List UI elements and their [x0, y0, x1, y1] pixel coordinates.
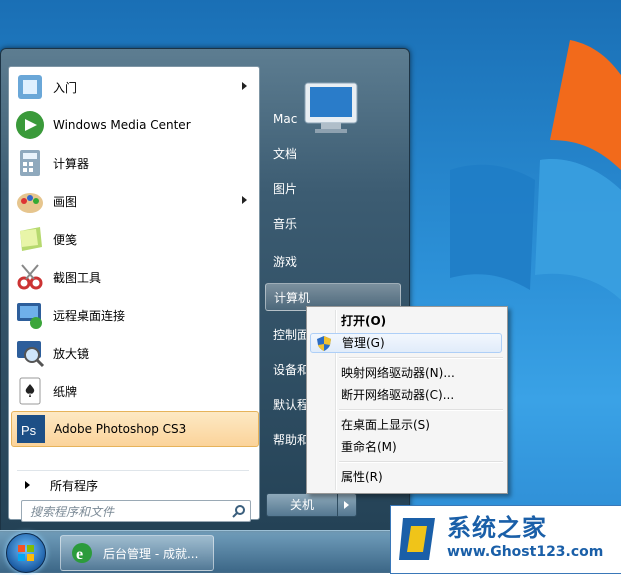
menu-item-show-on-desktop[interactable]: 在桌面上显示(S) [310, 415, 502, 435]
program-snipping-tool[interactable]: 截图工具 [11, 259, 257, 295]
svg-text:Ps: Ps [21, 423, 37, 438]
watermark-title: 系统之家 [447, 513, 547, 542]
program-label: 画图 [53, 194, 78, 209]
windows-logo-wallpaper [450, 40, 621, 300]
link-mac[interactable]: Mac [265, 105, 401, 133]
program-label: 远程桌面连接 [53, 308, 126, 323]
program-photoshop[interactable]: Ps Adobe Photoshop CS3 [11, 411, 259, 447]
program-sticky-notes[interactable]: 便笺 [11, 221, 257, 257]
remote-desktop-icon [14, 299, 46, 331]
start-button[interactable] [6, 533, 46, 573]
menu-separator [339, 461, 503, 463]
program-label: 截图工具 [53, 270, 102, 285]
search-placeholder: 搜索程序和文件 [30, 505, 115, 519]
menu-item-manage[interactable]: 管理(G) [310, 333, 502, 353]
menu-item-disconnect-network-drive[interactable]: 断开网络驱动器(C)... [310, 385, 502, 405]
context-menu: 打开(O) 管理(G) 映射网络驱动器(N)... 断开网络驱动器(C)... … [306, 306, 508, 494]
menu-item-open[interactable]: 打开(O) [310, 311, 502, 331]
watermark-logo: 系统之家 www.Ghost123.com [390, 505, 621, 574]
link-music[interactable]: 音乐 [265, 210, 401, 238]
svg-text:e: e [76, 546, 83, 563]
photoshop-icon: Ps [15, 413, 47, 445]
search-icon[interactable] [232, 504, 246, 518]
media-center-icon [14, 109, 46, 141]
snipping-tool-icon [14, 261, 46, 293]
link-pictures[interactable]: 图片 [265, 175, 401, 203]
arrow-right-icon [25, 481, 30, 489]
shutdown-options-arrow-icon[interactable] [337, 493, 357, 517]
link-games[interactable]: 游戏 [265, 248, 401, 276]
program-label: 纸牌 [53, 384, 78, 399]
program-label: 放大镜 [53, 346, 90, 361]
watermark-url: www.Ghost123.com [447, 544, 604, 560]
programs-pane: 入门 Windows Media Center 计算器 画图 便笺 截图工具 远… [8, 66, 260, 522]
program-label: 计算器 [53, 156, 90, 171]
site-logo-icon [399, 518, 435, 560]
program-magnifier[interactable]: 放大镜 [11, 335, 257, 371]
separator [17, 470, 249, 471]
menu-item-label: 管理(G) [342, 336, 385, 350]
submenu-arrow-icon[interactable] [242, 82, 247, 90]
menu-item-rename[interactable]: 重命名(M) [310, 437, 502, 457]
search-input[interactable]: 搜索程序和文件 [21, 500, 251, 522]
solitaire-icon [14, 375, 46, 407]
submenu-arrow-icon[interactable] [242, 196, 247, 204]
uac-shield-icon [317, 336, 331, 351]
all-programs-button[interactable]: 所有程序 [17, 472, 253, 498]
sticky-notes-icon [14, 223, 46, 255]
getting-started-icon [14, 71, 46, 103]
taskbar-button-ie[interactable]: e 后台管理 - 成就... [60, 535, 214, 571]
internet-explorer-icon: e [72, 543, 92, 563]
program-label: Windows Media Center [53, 118, 191, 132]
program-calculator[interactable]: 计算器 [11, 145, 257, 181]
menu-separator [339, 357, 503, 359]
program-solitaire[interactable]: 纸牌 [11, 373, 257, 409]
paint-icon [14, 185, 46, 217]
link-documents[interactable]: 文档 [265, 140, 401, 168]
shutdown-button[interactable]: 关机 [266, 493, 338, 517]
menu-item-map-network-drive[interactable]: 映射网络驱动器(N)... [310, 363, 502, 383]
windows-flag-icon [18, 545, 34, 561]
program-getting-started[interactable]: 入门 [11, 69, 257, 105]
program-media-center[interactable]: Windows Media Center [11, 107, 257, 143]
program-label: 便笺 [53, 232, 78, 247]
program-label: 入门 [53, 80, 78, 95]
program-remote-desktop[interactable]: 远程桌面连接 [11, 297, 257, 333]
program-label: Adobe Photoshop CS3 [54, 422, 187, 436]
menu-item-properties[interactable]: 属性(R) [310, 467, 502, 487]
program-paint[interactable]: 画图 [11, 183, 257, 219]
calculator-icon [14, 147, 46, 179]
magnifier-icon [14, 337, 46, 369]
all-programs-label: 所有程序 [50, 478, 99, 493]
taskbar-button-label: 后台管理 - 成就... [103, 547, 199, 561]
menu-separator [339, 409, 503, 411]
